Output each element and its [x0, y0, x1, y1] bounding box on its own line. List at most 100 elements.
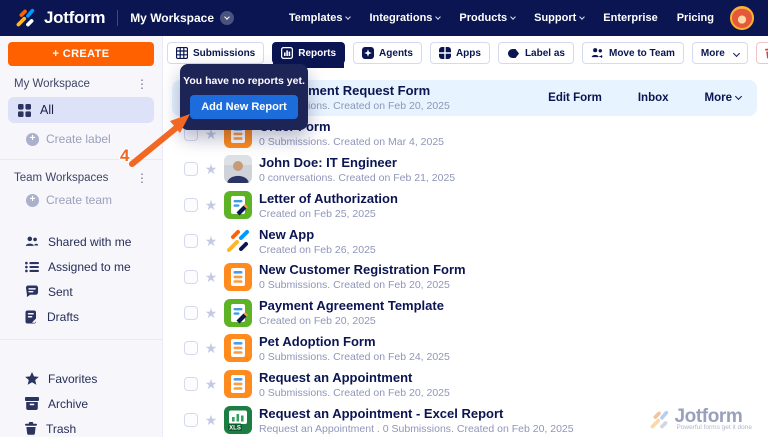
form-row[interactable]: ★ Request an Appointment 0 Submissions. …: [172, 366, 757, 402]
reports-popover: You have no reports yet. Add New Report: [180, 64, 308, 130]
create-button[interactable]: + CREATE: [8, 42, 154, 66]
nav-pricing[interactable]: Pricing: [677, 12, 714, 24]
form-row[interactable]: ★ Letter of Authorization Created on Feb…: [172, 187, 757, 223]
sidebar-links-bottom: Favorites Archive Trash: [0, 366, 162, 437]
jotform-logo-icon[interactable]: [14, 7, 36, 29]
create-label-item[interactable]: + Create label: [26, 132, 162, 146]
draft-doc-icon: [25, 310, 38, 324]
form-type-icon: [224, 334, 252, 362]
form-list: ★ Appointment Request Form 0 Submissions…: [172, 80, 757, 437]
edit-form-link[interactable]: Edit Form: [548, 92, 602, 104]
form-meta: Request an Appointment . 0 Submissions. …: [259, 423, 574, 435]
add-new-report-button[interactable]: Add New Report: [190, 95, 298, 119]
form-title[interactable]: Request an Appointment: [259, 370, 450, 385]
form-icon: [224, 263, 252, 291]
favorite-star-icon[interactable]: ★: [204, 413, 218, 427]
form-meta: Created on Feb 20, 2025: [259, 315, 444, 327]
row-checkbox[interactable]: [184, 162, 198, 176]
more-link[interactable]: More: [705, 92, 741, 104]
workspace-chevron-icon[interactable]: [220, 11, 234, 25]
inbox-link[interactable]: Inbox: [638, 92, 669, 104]
form-meta: 0 Submissions. Created on Feb 20, 2025: [259, 387, 450, 399]
sidebar-item-favorites[interactable]: Favorites: [0, 366, 162, 391]
workspace-kebab-icon[interactable]: ⋮: [134, 79, 150, 89]
form-row[interactable]: ★ New Customer Registration Form 0 Submi…: [172, 259, 757, 295]
sidebar-item-shared-with-me[interactable]: Shared with me: [0, 229, 162, 254]
jotform-watermark: Jotform Powerful forms get it done: [648, 408, 752, 431]
reports-button[interactable]: Reports: [272, 42, 345, 64]
favorite-star-icon[interactable]: ★: [204, 162, 218, 176]
row-checkbox[interactable]: [184, 306, 198, 320]
favorite-star-icon[interactable]: ★: [204, 198, 218, 212]
sidebar-item-all[interactable]: All: [8, 97, 154, 123]
sidebar-links: Shared with me Assigned to me Sent: [0, 229, 162, 329]
brand-wordmark[interactable]: Jotform: [44, 8, 105, 28]
form-meta: Created on Feb 26, 2025: [259, 244, 376, 256]
plus-icon: +: [26, 133, 39, 146]
form-meta: 0 Submissions. Created on Feb 20, 2025: [259, 279, 466, 291]
nav-templates[interactable]: Templates: [289, 12, 351, 24]
form-icon: [224, 370, 252, 398]
sidebar-item-sent[interactable]: Sent: [0, 279, 162, 304]
report-chart-icon: [281, 47, 293, 59]
favorite-star-icon[interactable]: ★: [204, 306, 218, 320]
row-checkbox[interactable]: [184, 270, 198, 284]
document-sign-icon: [224, 299, 252, 327]
more-button[interactable]: More: [692, 42, 748, 64]
form-title[interactable]: Payment Agreement Template: [259, 298, 444, 313]
nav-integrations[interactable]: Integrations: [369, 12, 440, 24]
sidebar: + CREATE My Workspace ⋮ All + Create lab…: [0, 36, 163, 437]
plus-icon: +: [26, 194, 39, 207]
person-photo-icon: [224, 155, 252, 183]
move-to-trash-button[interactable]: Move to Trash: [756, 42, 768, 64]
form-type-icon: [224, 370, 252, 398]
workspace-switcher[interactable]: My Workspace: [130, 11, 214, 25]
sidebar-divider: [0, 339, 162, 340]
favorite-star-icon[interactable]: ★: [204, 234, 218, 248]
form-row[interactable]: ★ Pet Adoption Form 0 Submissions. Creat…: [172, 331, 757, 367]
form-title[interactable]: New App: [259, 227, 376, 242]
sidebar-item-archive[interactable]: Archive: [0, 391, 162, 416]
favorite-star-icon[interactable]: ★: [204, 270, 218, 284]
list-check-icon: [25, 261, 39, 273]
submissions-button[interactable]: Submissions: [167, 42, 264, 64]
nav-products[interactable]: Products: [459, 12, 515, 24]
agents-button[interactable]: Agents: [353, 42, 422, 64]
form-row[interactable]: ★ New App Created on Feb 26, 2025: [172, 223, 757, 259]
nav-support[interactable]: Support: [534, 12, 584, 24]
nav-enterprise[interactable]: Enterprise: [603, 12, 657, 24]
row-checkbox[interactable]: [184, 413, 198, 427]
label-as-button[interactable]: Label as: [498, 42, 574, 64]
svg-text:XLS: XLS: [229, 425, 241, 431]
form-type-icon: [224, 299, 252, 327]
team-kebab-icon[interactable]: ⋮: [134, 173, 150, 183]
my-workspace-section-header: My Workspace ⋮: [14, 78, 150, 90]
apps-grid-icon: [439, 47, 451, 59]
row-checkbox[interactable]: [184, 341, 198, 355]
row-checkbox[interactable]: [184, 377, 198, 391]
form-title[interactable]: Pet Adoption Form: [259, 334, 450, 349]
move-to-team-button[interactable]: Move to Team: [582, 42, 684, 64]
row-checkbox[interactable]: [184, 198, 198, 212]
favorite-star-icon[interactable]: ★: [204, 341, 218, 355]
document-sign-icon: [224, 191, 252, 219]
user-avatar[interactable]: [730, 6, 754, 30]
form-icon: [224, 334, 252, 362]
navbar-menu: Templates Integrations Products Support …: [289, 12, 714, 24]
favorite-star-icon[interactable]: ★: [204, 377, 218, 391]
form-title[interactable]: Request an Appointment - Excel Report: [259, 406, 574, 421]
form-row[interactable]: ★ Payment Agreement Template Created on …: [172, 295, 757, 331]
form-title[interactable]: John Doe: IT Engineer: [259, 155, 455, 170]
create-team-item[interactable]: + Create team: [26, 193, 162, 207]
form-title[interactable]: Letter of Authorization: [259, 191, 398, 206]
form-meta: 0 conversations. Created on Feb 21, 2025: [259, 172, 455, 184]
sidebar-item-drafts[interactable]: Drafts: [0, 304, 162, 329]
navbar-divider: [117, 10, 118, 26]
form-row[interactable]: ★ John Doe: IT Engineer 0 conversations.…: [172, 152, 757, 188]
sidebar-item-assigned-to-me[interactable]: Assigned to me: [0, 254, 162, 279]
form-type-icon: XLS: [224, 406, 252, 434]
row-checkbox[interactable]: [184, 234, 198, 248]
sidebar-item-trash[interactable]: Trash: [0, 416, 162, 437]
form-title[interactable]: New Customer Registration Form: [259, 262, 466, 277]
apps-button[interactable]: Apps: [430, 42, 490, 64]
